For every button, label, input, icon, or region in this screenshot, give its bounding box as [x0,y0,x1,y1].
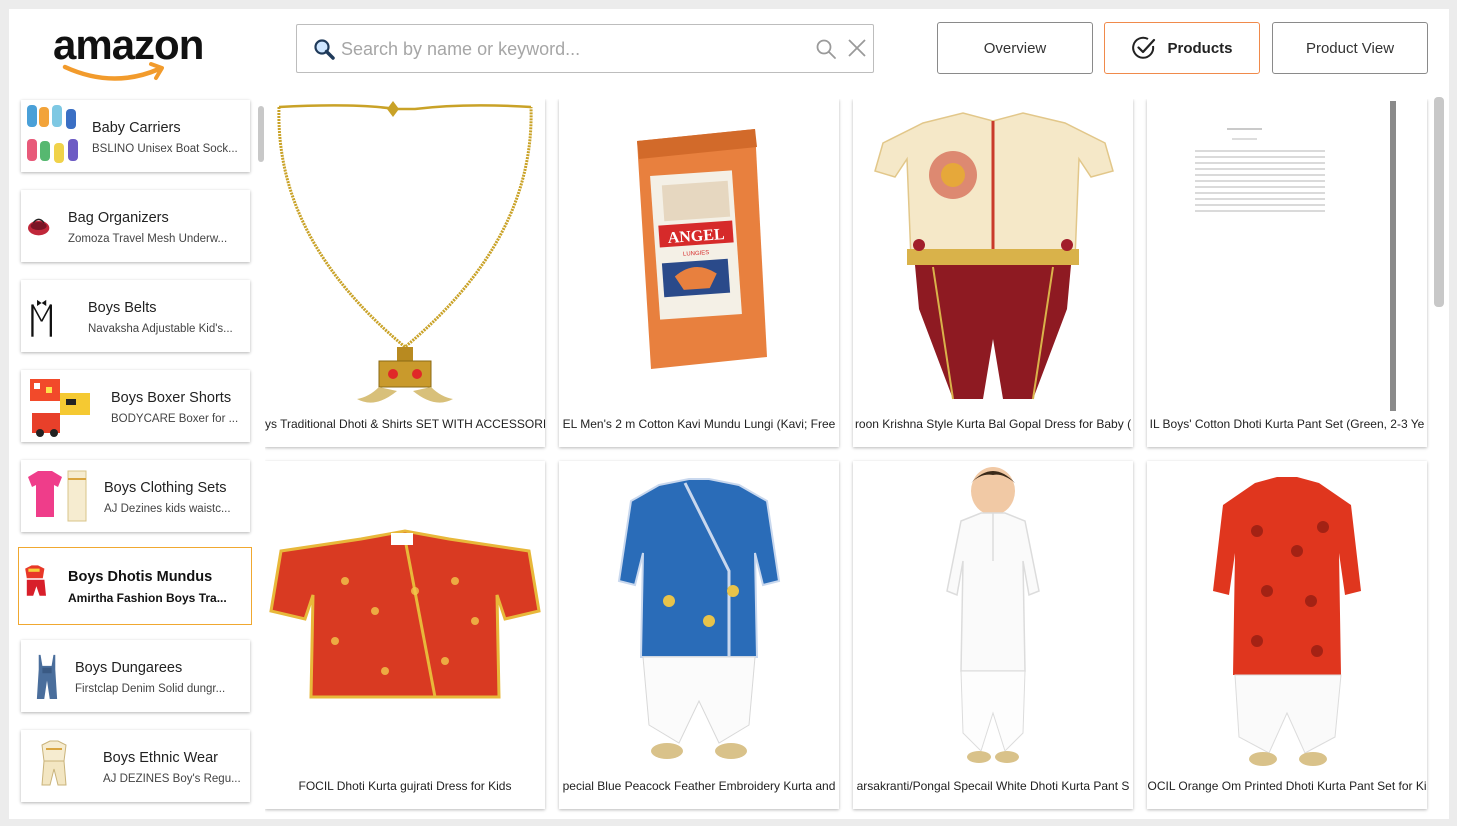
search-icon [314,39,335,60]
category-item[interactable]: Boys Boxer Shorts BODYCARE Boxer for ... [21,370,250,442]
product-image [269,529,541,699]
category-item[interactable]: Boys Dungarees Firstclap Denim Solid dun… [21,640,250,712]
overview-button[interactable]: Overview [937,22,1093,74]
product-image [874,112,1114,400]
product-title: FOCIL Dhoti Kurta gujrati Dress for Kids [298,779,512,793]
category-item[interactable]: Boys Clothing Sets AJ Dezines kids waist… [21,460,250,532]
search-input[interactable] [341,35,801,63]
category-thumbnail [25,565,46,596]
category-subtitle: Navaksha Adjustable Kid's... [88,323,233,335]
category-name: Boys Dungarees [75,660,183,676]
category-subtitle: AJ DEZINES Boy's Regu... [103,773,241,785]
category-subtitle: AJ Dezines kids waistc... [104,503,231,515]
category-item[interactable]: Boys Belts Navaksha Adjustable Kid's... [21,280,250,352]
app-window: amazon Overview Products Product View [9,9,1449,819]
product-card[interactable]: roon Krishna Style Kurta Bal Gopal Dress… [853,99,1133,447]
category-sidebar[interactable]: Baby Carriers BSLINO Unisex Boat Sock...… [9,97,259,819]
category-thumbnail [36,654,58,699]
clear-search-icon[interactable] [847,38,867,58]
product-image [946,467,1040,763]
product-view-button[interactable]: Product View [1272,22,1428,74]
category-name: Bag Organizers [68,210,169,226]
category-subtitle: Zomoza Travel Mesh Underw... [68,233,228,245]
product-grid[interactable]: ys Traditional Dhoti & Shirts SET WITH A… [265,99,1430,819]
category-thumbnail [30,379,90,437]
category-subtitle: BSLINO Unisex Boat Sock... [92,143,238,155]
product-image [277,101,533,403]
product-card[interactable]: IL Boys' Cotton Dhoti Kurta Pant Set (Gr… [1147,99,1427,447]
category-item-selected[interactable]: Boys Dhotis Mundus Amirtha Fashion Boys … [18,547,252,625]
product-title: IL Boys' Cotton Dhoti Kurta Pant Set (Gr… [1149,417,1425,431]
category-subtitle: Amirtha Fashion Boys Tra... [68,591,227,605]
product-image [1213,477,1361,766]
product-card[interactable]: arsakranti/Pongal Specail White Dhoti Ku… [853,461,1133,809]
category-thumbnail [28,470,87,522]
product-card[interactable]: ys Traditional Dhoti & Shirts SET WITH A… [265,99,545,447]
search-submit-icon[interactable] [815,38,837,60]
product-title: roon Krishna Style Kurta Bal Gopal Dress… [854,417,1132,431]
product-title: arsakranti/Pongal Specail White Dhoti Ku… [856,779,1130,793]
product-image [1195,101,1396,411]
overview-label: Overview [983,39,1047,57]
product-title: EL Men's 2 m Cotton Kavi Mundu Lungi (Ka… [562,417,836,431]
category-thumbnail [27,105,78,163]
product-title: OCIL Orange Om Printed Dhoti Kurta Pant … [1147,779,1427,793]
sidebar-scrollbar[interactable] [258,106,264,162]
amazon-smile-icon [62,62,164,81]
product-image: ANGEL LUNGIES [637,129,767,369]
category-subtitle: Firstclap Denim Solid dungr... [75,683,226,695]
product-card[interactable]: pecial Blue Peacock Feather Embroidery K… [559,461,839,809]
category-name: Baby Carriers [92,120,181,136]
products-label: Products [1167,39,1233,57]
product-view-label: Product View [1305,39,1395,57]
category-item[interactable]: Baby Carriers BSLINO Unisex Boat Sock... [21,100,250,172]
product-card[interactable]: ANGEL LUNGIES EL Men's 2 m Cotton Kavi M… [559,99,839,447]
category-name: Boys Belts [88,300,157,316]
category-name: Boys Clothing Sets [104,480,227,496]
search-box[interactable] [296,24,874,73]
product-grid-scrollbar[interactable] [1434,97,1444,307]
category-thumbnail [41,740,67,786]
product-card[interactable]: OCIL Orange Om Printed Dhoti Kurta Pant … [1147,461,1427,809]
product-title: pecial Blue Peacock Feather Embroidery K… [562,779,836,793]
category-thumbnail [31,299,52,337]
category-name: Boys Dhotis Mundus [68,569,213,585]
product-card[interactable]: FOCIL Dhoti Kurta gujrati Dress for Kids [265,461,545,809]
category-subtitle: BODYCARE Boxer for ... [111,413,239,425]
category-item[interactable]: Bag Organizers Zomoza Travel Mesh Underw… [21,190,250,262]
amazon-logo[interactable]: amazon [53,21,223,87]
product-title: ys Traditional Dhoti & Shirts SET WITH A… [265,417,545,431]
products-button[interactable]: Products [1104,22,1260,74]
category-name: Boys Ethnic Wear [103,750,218,766]
check-circle-icon [1132,36,1156,59]
category-name: Boys Boxer Shorts [111,390,232,406]
product-image [617,478,781,759]
category-item[interactable]: Boys Ethnic Wear AJ DEZINES Boy's Regu..… [21,730,250,802]
category-thumbnail [28,218,50,236]
